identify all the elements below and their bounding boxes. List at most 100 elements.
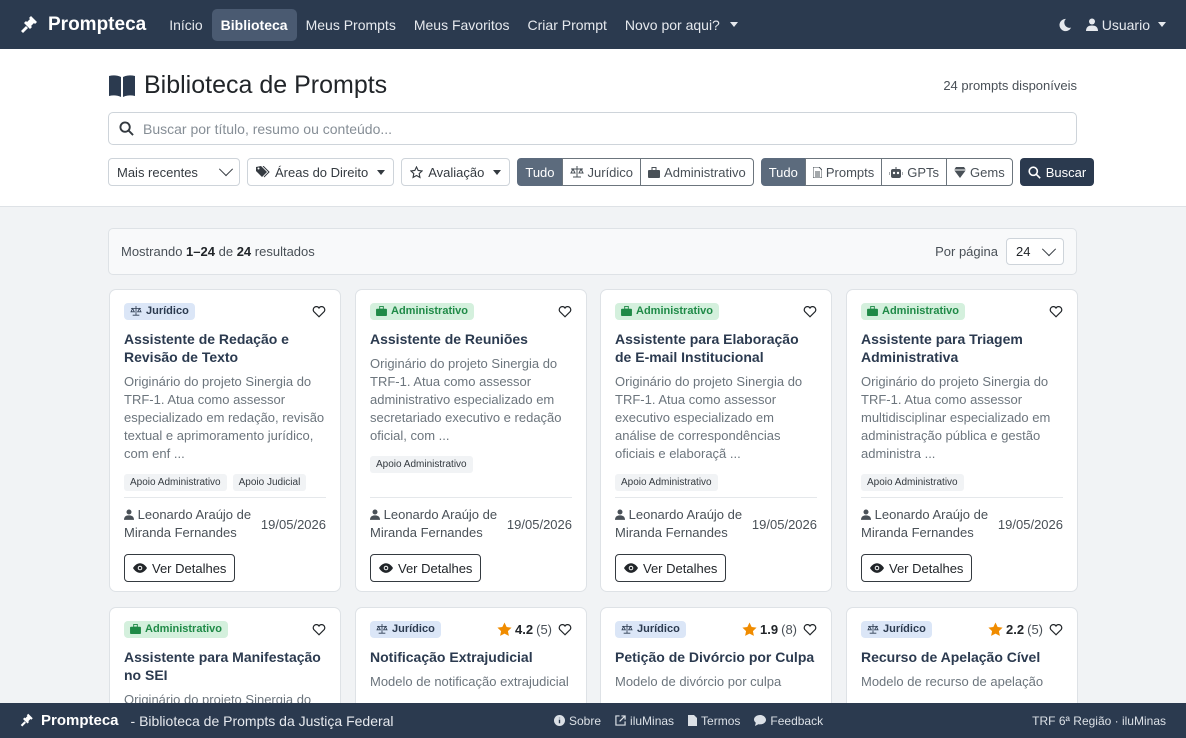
footer-link-sobre[interactable]: Sobre [554, 714, 601, 728]
info-icon [554, 715, 565, 726]
card-rating: 4.2 (5) [497, 622, 552, 637]
gem-icon [954, 166, 967, 178]
card-title[interactable]: Recurso de Apelação Cível [861, 648, 1063, 666]
results-prefix: Mostrando [121, 244, 183, 259]
card-author-name: Leonardo Araújo de Miranda Fernandes [124, 507, 252, 540]
category-badge-label: Administrativo [882, 305, 960, 317]
heart-outline-icon[interactable] [1049, 623, 1063, 636]
caret-down-icon [377, 169, 386, 175]
category-administrativo-label: Administrativo [664, 164, 746, 180]
footer-brand-name: Prompteca [41, 712, 119, 729]
footer-subtitle: - Biblioteca de Prompts da Justiça Feder… [130, 712, 394, 729]
areas-dropdown[interactable]: Áreas do Direito [247, 158, 395, 186]
view-details-button[interactable]: Ver Detalhes [124, 554, 236, 582]
card-author-name: Leonardo Araújo de Miranda Fernandes [370, 507, 498, 540]
card-title[interactable]: Notificação Extrajudicial [370, 648, 572, 666]
results-total: 24 [236, 244, 252, 259]
category-all[interactable]: Tudo [517, 158, 563, 186]
search-box[interactable] [108, 112, 1077, 145]
footer-link-feedback[interactable]: Feedback [754, 714, 823, 728]
type-all[interactable]: Tudo [760, 158, 806, 186]
sort-select[interactable]: Mais recentes [108, 158, 240, 186]
per-page-value: 24 [1016, 244, 1031, 259]
user-menu[interactable]: Usuario [1085, 17, 1166, 33]
per-page-select[interactable]: 24 [1006, 238, 1064, 265]
scale-icon [376, 624, 388, 634]
view-details-label: Ver Detalhes [152, 560, 227, 576]
category-badge-label: Jurídico [392, 623, 435, 635]
search-input[interactable] [143, 120, 1043, 137]
brand-link[interactable]: Prompteca [20, 14, 146, 36]
rating-dropdown[interactable]: Avaliação [401, 158, 511, 186]
type-gems[interactable]: Gems [946, 158, 1013, 186]
results-suffix: resultados [254, 244, 315, 259]
nav-meus-prompts[interactable]: Meus Prompts [297, 9, 405, 41]
heart-outline-icon[interactable] [312, 623, 326, 636]
footer-brand: Prompteca [20, 712, 119, 729]
category-juridico[interactable]: Jurídico [561, 158, 642, 186]
moon-icon[interactable] [1058, 18, 1072, 32]
card-title[interactable]: Petição de Divórcio por Culpa [615, 648, 817, 666]
card-description: Modelo de notificação extrajudicial [370, 674, 569, 689]
book-open-icon [109, 74, 135, 97]
nav-meus-favoritos[interactable]: Meus Favoritos [405, 9, 519, 41]
view-details-button[interactable]: Ver Detalhes [861, 554, 973, 582]
footer-link-label: Sobre [569, 713, 602, 728]
scale-icon [621, 624, 633, 634]
nav-criar-prompt[interactable]: Criar Prompt [519, 9, 616, 41]
card-title[interactable]: Assistente de Reuniões [370, 330, 572, 348]
category-badge-label: Jurídico [637, 623, 680, 635]
category-badge-label: Administrativo [636, 305, 714, 317]
search-button[interactable]: Buscar [1019, 158, 1095, 186]
footer-link-label: Termos [701, 713, 741, 728]
scale-icon [867, 624, 879, 634]
card-rating: 2.2 (5) [988, 622, 1043, 637]
category-administrativo[interactable]: Administrativo [640, 158, 754, 186]
heart-outline-icon[interactable] [558, 623, 572, 636]
tag: Apoio Judicial [232, 474, 307, 491]
eye-icon [624, 563, 638, 573]
file-icon [688, 715, 698, 726]
card-date: 19/05/2026 [997, 516, 1063, 532]
card-title[interactable]: Assistente de Redação e Revisão de Texto [124, 330, 326, 366]
heart-outline-icon[interactable] [803, 623, 817, 636]
rating-label: Avaliação [428, 164, 485, 180]
briefcase-icon [621, 306, 632, 316]
card-meta: Leonardo Araújo de Miranda Fernandes 19/… [370, 497, 572, 542]
eye-icon [133, 563, 147, 573]
category-badge: Jurídico [370, 620, 441, 638]
card-title[interactable]: Assistente para Elaboração de E-mail Ins… [615, 330, 817, 366]
footer-link-termos[interactable]: Termos [688, 714, 740, 728]
eye-icon [379, 563, 393, 573]
heart-outline-icon[interactable] [803, 305, 817, 318]
card-title[interactable]: Assistente para Triagem Administrativa [861, 330, 1063, 366]
chevron-down-icon [218, 162, 234, 177]
footer-link-iluminas[interactable]: iluMinas [615, 714, 674, 728]
tag: Apoio Administrativo [124, 474, 227, 491]
view-details-button[interactable]: Ver Detalhes [615, 554, 727, 582]
nav-inicio[interactable]: Início [160, 9, 211, 41]
footer-link-label: iluMinas [630, 713, 675, 728]
type-gpts[interactable]: GPTs [881, 158, 948, 186]
star-icon [742, 622, 757, 636]
card-author-name: Leonardo Araújo de Miranda Fernandes [615, 507, 743, 540]
prompt-card[interactable]: Jurídico Assistente de Redação e Revisão… [109, 289, 341, 592]
search-icon [1028, 165, 1041, 179]
prompt-card[interactable]: Administrativo Assistente de Reuniões Or… [355, 289, 587, 592]
nav-novo-por-aqui-dropdown[interactable]: Novo por aqui? [616, 9, 747, 41]
view-details-button[interactable]: Ver Detalhes [370, 554, 482, 582]
user-icon [615, 509, 625, 520]
nav-biblioteca[interactable]: Biblioteca [211, 8, 297, 41]
prompt-card[interactable]: Administrativo Assistente para Triagem A… [846, 289, 1078, 592]
nav-novo-label: Novo por aqui? [624, 16, 720, 33]
card-author: Leonardo Araújo de Miranda Fernandes [615, 506, 752, 542]
type-prompts[interactable]: Prompts [804, 158, 883, 186]
rating-count: (5) [1027, 621, 1043, 637]
heart-outline-icon[interactable] [312, 305, 326, 318]
prompt-card[interactable]: Administrativo Assistente para Elaboraçã… [600, 289, 832, 592]
card-title[interactable]: Assistente para Manifestação no SEI [124, 648, 326, 684]
heart-outline-icon[interactable] [1049, 305, 1063, 318]
heart-outline-icon[interactable] [558, 305, 572, 318]
per-page-label: Por página [935, 244, 998, 259]
category-badge-label: Jurídico [883, 623, 926, 635]
